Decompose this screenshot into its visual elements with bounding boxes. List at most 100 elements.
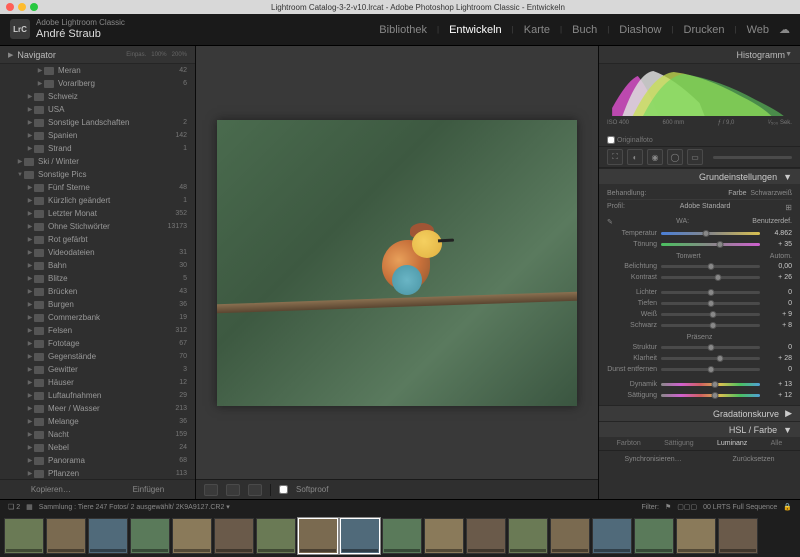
thumbnail[interactable] (508, 518, 548, 554)
folder-row[interactable]: ▶Brücken43 (0, 285, 195, 298)
chevron-icon[interactable]: ▶ (26, 210, 34, 217)
slider-sättigung[interactable]: Sättigung+ 12 (607, 390, 792, 401)
close-icon[interactable] (6, 3, 14, 11)
photo-canvas[interactable] (196, 46, 598, 479)
chevron-icon[interactable]: ▶ (26, 236, 34, 243)
thumbnail[interactable] (382, 518, 422, 554)
chevron-icon[interactable]: ▶ (26, 184, 34, 191)
folder-row[interactable]: ▶Gegenstände70 (0, 350, 195, 363)
chevron-icon[interactable]: ▶ (26, 93, 34, 100)
folder-row[interactable]: ▶Spanien142 (0, 129, 195, 142)
chevron-icon[interactable]: ▶ (36, 80, 44, 87)
chevron-icon[interactable]: ▶ (26, 314, 34, 321)
second-window-icon[interactable]: ❏ 2 (8, 503, 20, 511)
folder-row[interactable]: ▶Meer / Wasser213 (0, 402, 195, 415)
histogram-display[interactable]: ISO 400 600 mm ƒ / 9,0 ¹⁄₅₀₀ Sek. (599, 64, 800, 134)
folder-row[interactable]: ▶Häuser12 (0, 376, 195, 389)
hsl-tab-sättigung[interactable]: Sättigung (664, 440, 694, 447)
chevron-icon[interactable]: ▶ (26, 392, 34, 399)
chevron-icon[interactable]: ▶ (36, 67, 44, 74)
redeye-tool-icon[interactable]: ◉ (647, 149, 663, 165)
original-photo-checkbox[interactable] (607, 136, 615, 144)
chevron-icon[interactable]: ▶ (26, 132, 34, 139)
chevron-icon[interactable]: ▶ (26, 444, 34, 451)
folder-row[interactable]: ▶Panorama68 (0, 454, 195, 467)
filter-color-icon[interactable]: ▢▢▢ (677, 503, 697, 511)
module-entwickeln[interactable]: Entwickeln (449, 24, 502, 36)
filter-lock-icon[interactable]: 🔒 (783, 503, 792, 511)
chevron-icon[interactable]: ▶ (26, 249, 34, 256)
chevron-icon[interactable]: ▶ (26, 431, 34, 438)
chevron-icon[interactable]: ▶ (26, 223, 34, 230)
filter-flag-icon[interactable]: ⚑ (665, 503, 671, 511)
folder-row[interactable]: ▶Strand1 (0, 142, 195, 155)
wb-select[interactable]: Benutzerdef. (752, 218, 792, 226)
basic-panel-header[interactable]: Grundeinstellungen▼ (599, 168, 800, 184)
slider-dunst-entfernen[interactable]: Dunst entfernen0 (607, 364, 792, 375)
spot-removal-icon[interactable]: ◐ (627, 149, 643, 165)
module-karte[interactable]: Karte (524, 24, 550, 36)
folder-row[interactable]: ▶Ski / Winter (0, 155, 195, 168)
slider-weiß[interactable]: Weiß+ 9 (607, 309, 792, 320)
slider-temperatur[interactable]: Temperatur4.862 (607, 228, 792, 239)
folder-row[interactable]: ▶Nebel24 (0, 441, 195, 454)
slider-kontrast[interactable]: Kontrast+ 26 (607, 272, 792, 283)
auto-tone-button[interactable]: Autom. (770, 253, 792, 260)
folder-row[interactable]: ▶Blitze5 (0, 272, 195, 285)
zoom-Einpas.[interactable]: Einpas. (126, 52, 146, 58)
thumbnail[interactable] (88, 518, 128, 554)
graduated-filter-icon[interactable]: ▭ (687, 149, 703, 165)
sync-button[interactable]: Synchronisieren… (624, 456, 681, 463)
chevron-icon[interactable]: ▶ (26, 275, 34, 282)
chevron-icon[interactable]: ▶ (26, 366, 34, 373)
reset-button[interactable]: Zurücksetzen (733, 456, 775, 463)
folder-row[interactable]: ▶Gewitter3 (0, 363, 195, 376)
thumbnail[interactable] (718, 518, 758, 554)
grid-view-icon[interactable]: ▦ (26, 503, 33, 511)
zoom-100%[interactable]: 100% (151, 52, 166, 58)
thumbnail[interactable] (676, 518, 716, 554)
folder-row[interactable]: ▶Pflanzen113 (0, 467, 195, 479)
cloud-sync-icon[interactable]: ☁ (779, 23, 790, 36)
slider-tönung[interactable]: Tönung+ 35 (607, 239, 792, 250)
module-web[interactable]: Web (747, 24, 769, 36)
chevron-icon[interactable]: ▶ (26, 457, 34, 464)
module-diashow[interactable]: Diashow (619, 24, 661, 36)
histogram-header[interactable]: Histogramm▼ (599, 46, 800, 64)
zoom-200%[interactable]: 200% (172, 52, 187, 58)
thumbnail[interactable] (214, 518, 254, 554)
folder-row[interactable]: ▶Bahn30 (0, 259, 195, 272)
treatment-color[interactable]: Farbe (728, 190, 746, 197)
module-buch[interactable]: Buch (572, 24, 597, 36)
chevron-icon[interactable]: ▶ (26, 470, 34, 477)
paste-button[interactable]: Einfügen (133, 485, 165, 494)
thumbnail[interactable] (172, 518, 212, 554)
thumbnail[interactable] (340, 518, 380, 554)
folder-row[interactable]: ▶Kürzlich geändert1 (0, 194, 195, 207)
hsl-header[interactable]: HSL / Farbe▼ (599, 421, 800, 437)
folder-row[interactable]: ▶USA (0, 103, 195, 116)
profile-select[interactable]: Adobe Standard (680, 203, 731, 212)
copy-button[interactable]: Kopieren… (31, 485, 71, 494)
tool-slider[interactable] (713, 156, 792, 159)
module-bibliothek[interactable]: Bibliothek (379, 24, 427, 36)
softproof-checkbox[interactable] (279, 485, 288, 494)
grid-icon[interactable] (248, 484, 262, 496)
folder-row[interactable]: ▶Nacht159 (0, 428, 195, 441)
chevron-icon[interactable]: ▶ (26, 340, 34, 347)
thumbnail[interactable] (424, 518, 464, 554)
chevron-icon[interactable]: ▶ (26, 405, 34, 412)
before-after-icon[interactable] (226, 484, 240, 496)
module-drucken[interactable]: Drucken (684, 24, 725, 36)
chevron-icon[interactable]: ▶ (16, 158, 24, 165)
thumbnail[interactable] (256, 518, 296, 554)
folder-row[interactable]: ▶Ohne Stichwörter13173 (0, 220, 195, 233)
chevron-icon[interactable]: ▶ (26, 262, 34, 269)
chevron-icon[interactable]: ▶ (26, 106, 34, 113)
slider-struktur[interactable]: Struktur0 (607, 342, 792, 353)
thumbnail[interactable] (550, 518, 590, 554)
chevron-icon[interactable]: ▼ (16, 172, 24, 178)
chevron-icon[interactable]: ▶ (26, 379, 34, 386)
crop-tool-icon[interactable]: ⛶ (607, 149, 623, 165)
folder-row[interactable]: ▶Videodateien31 (0, 246, 195, 259)
